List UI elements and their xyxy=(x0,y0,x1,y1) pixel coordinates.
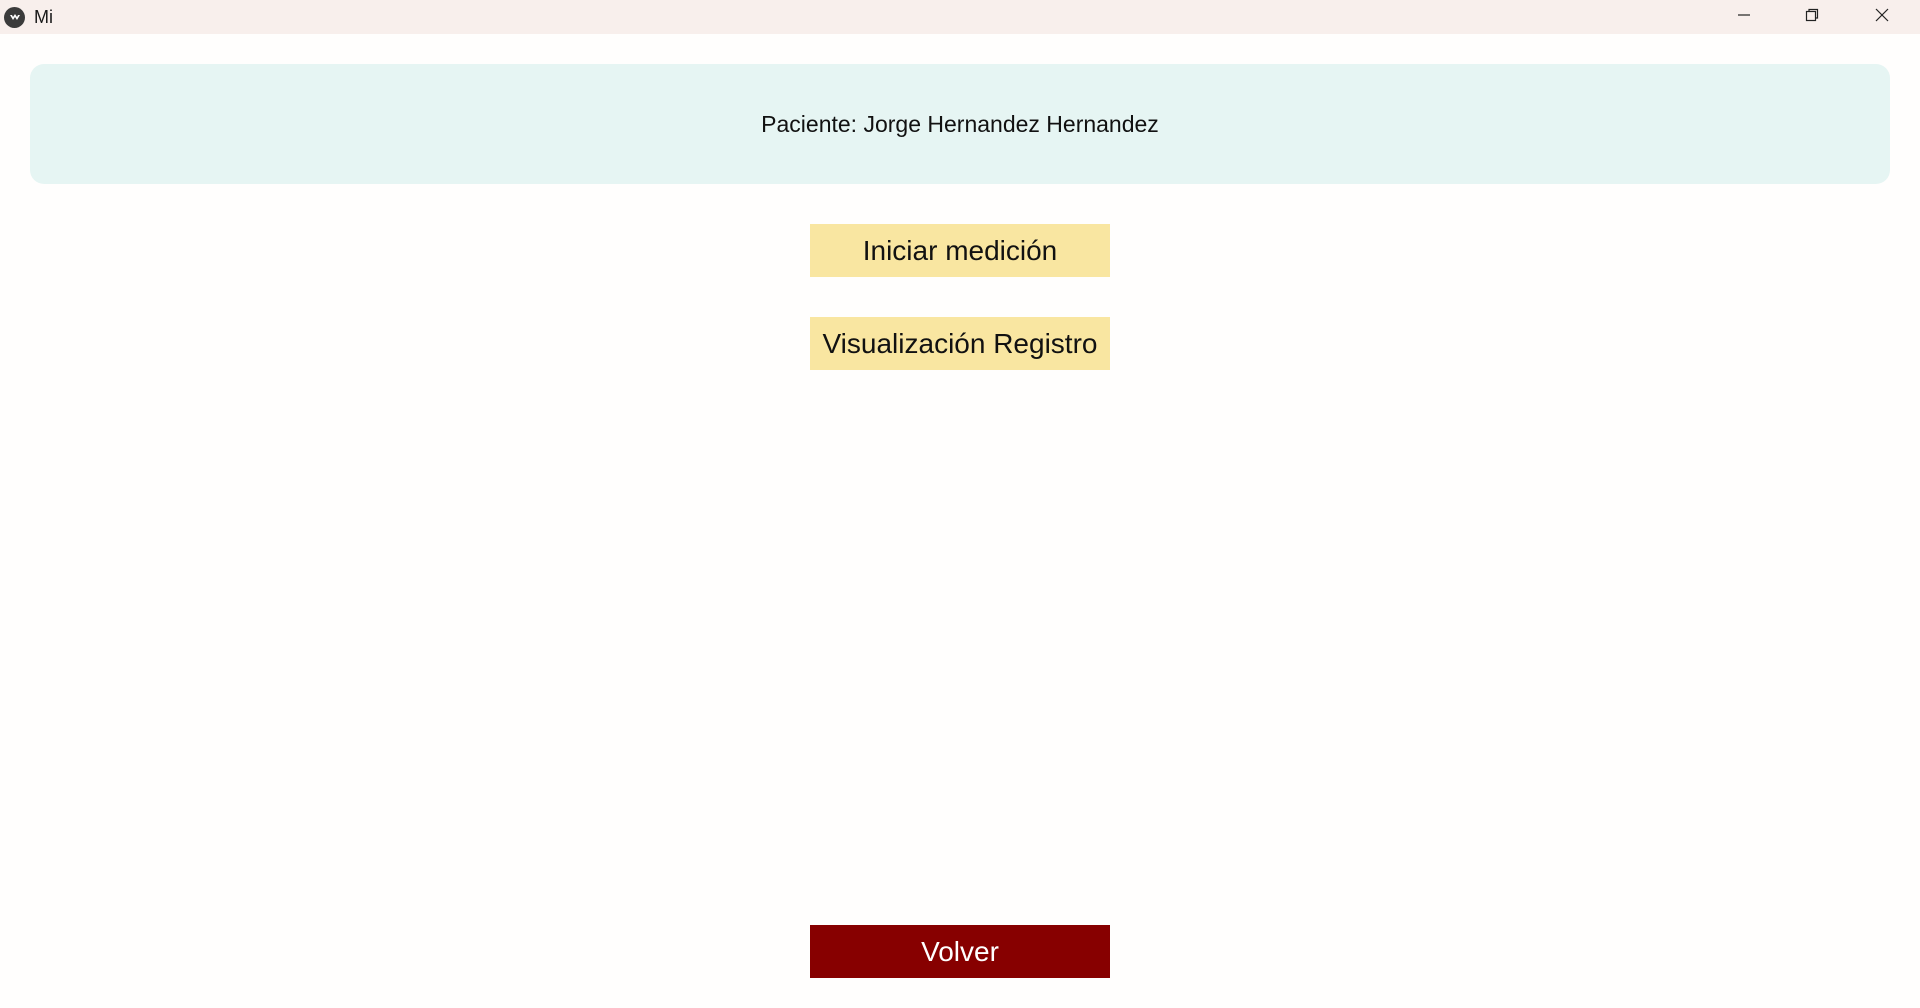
patient-info-panel: Paciente: Jorge Hernandez Hernandez xyxy=(30,64,1890,184)
restore-icon xyxy=(1804,7,1820,28)
minimize-button[interactable] xyxy=(1710,0,1778,34)
kivy-logo-icon xyxy=(4,7,25,28)
maximize-button[interactable] xyxy=(1778,0,1846,34)
patient-name-label: Paciente: Jorge Hernandez Hernandez xyxy=(761,110,1159,137)
start-measurement-button[interactable]: Iniciar medición xyxy=(810,224,1110,277)
back-button[interactable]: Volver xyxy=(810,925,1110,978)
close-icon xyxy=(1874,7,1890,28)
minimize-icon xyxy=(1736,7,1752,28)
title-bar[interactable]: Mi xyxy=(0,0,1920,34)
app-window: Mi Paciente: Jorge Hernandez Hernandez I… xyxy=(0,0,1920,1008)
window-title: Mi xyxy=(34,7,53,27)
close-button[interactable] xyxy=(1848,0,1916,34)
view-records-button[interactable]: Visualización Registro xyxy=(810,317,1110,370)
